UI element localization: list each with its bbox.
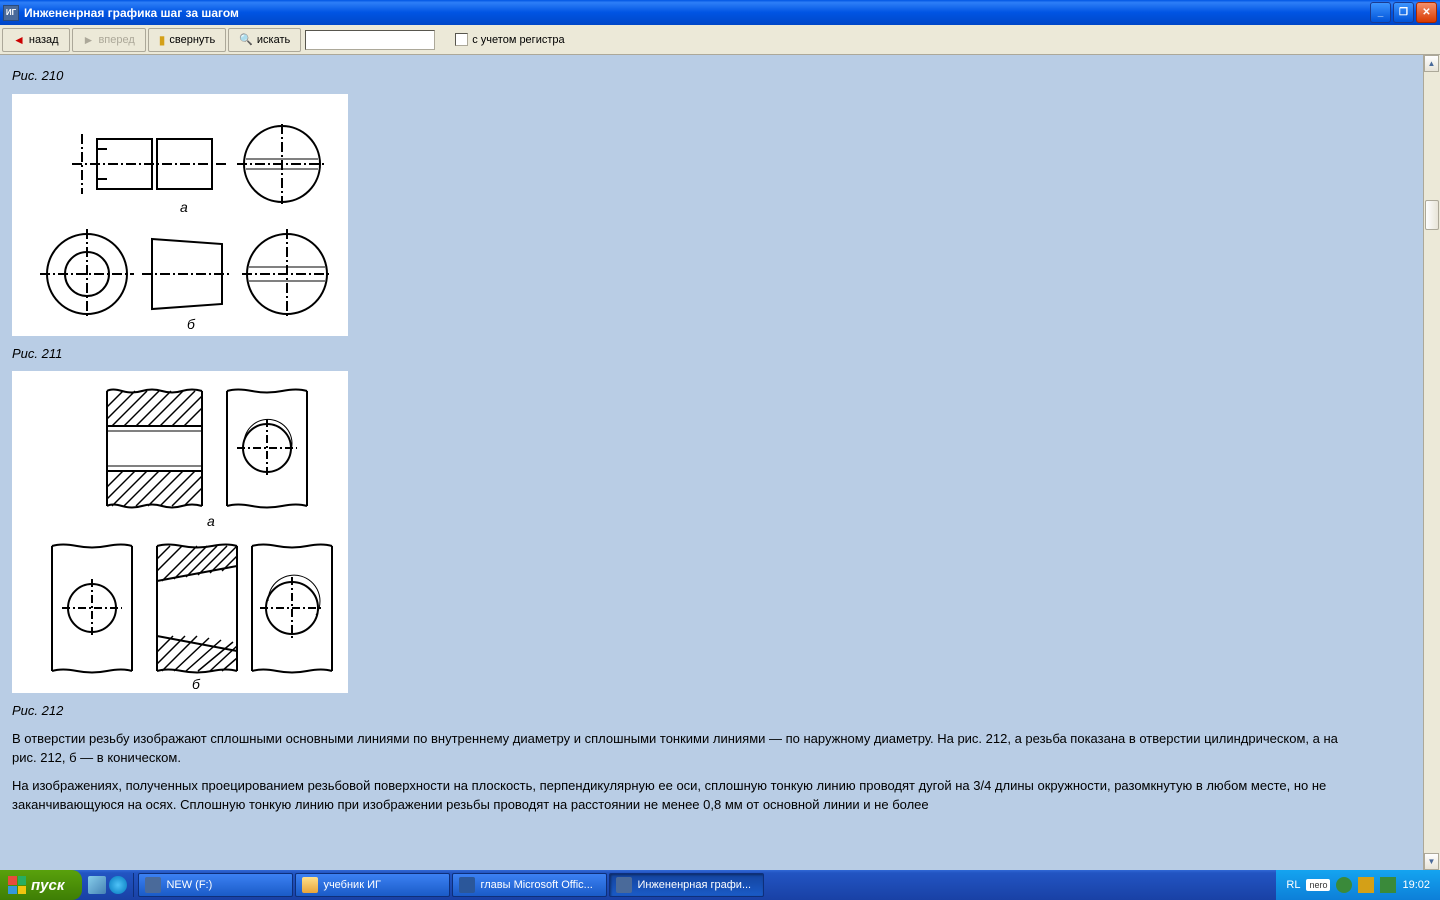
search-input[interactable] [305, 30, 435, 50]
collapse-button[interactable]: ▮ свернуть [148, 28, 226, 52]
vertical-scrollbar[interactable]: ▲ ▼ [1423, 55, 1440, 870]
fig211-caption: Рис. 211 [12, 344, 1428, 364]
maximize-button[interactable]: ❐ [1393, 2, 1414, 23]
task-item-textbook[interactable]: учебник ИГ [295, 873, 450, 897]
ie-icon[interactable] [109, 876, 127, 894]
window-title: Инжененрная графика шаг за шагом [24, 6, 1370, 20]
back-label: назад [29, 34, 59, 46]
start-label: пуск [31, 877, 64, 894]
volume-icon[interactable] [1358, 877, 1374, 893]
task-item-word[interactable]: главы Microsoft Offic... [452, 873, 607, 897]
search-icon: 🔍 [239, 33, 253, 46]
fig210-caption: Рис. 210 [12, 66, 1428, 86]
task-label: учебник ИГ [323, 879, 380, 891]
titlebar: ИГ Инжененрная графика шаг за шагом _ ❐ … [0, 0, 1440, 25]
safely-remove-icon[interactable] [1380, 877, 1396, 893]
toolbar: ◄ назад ► вперед ▮ свернуть 🔍 искать с у… [0, 25, 1440, 55]
paragraph-2: На изображениях, полученных проецировани… [12, 776, 1362, 815]
quick-launch [82, 873, 134, 897]
task-item-active-app[interactable]: Инжененрная графи... [609, 873, 764, 897]
fig212-caption: Рис. 212 [12, 701, 1428, 721]
start-button[interactable]: пуск [0, 870, 82, 900]
app-icon: ИГ [3, 5, 19, 21]
case-checkbox-wrap[interactable]: с учетом регистра [455, 33, 564, 46]
collapse-label: свернуть [169, 34, 215, 46]
windows-logo-icon [8, 876, 26, 894]
forward-button[interactable]: ► вперед [72, 28, 146, 52]
task-label: NEW (F:) [166, 879, 212, 891]
forward-label: вперед [98, 34, 134, 46]
back-button[interactable]: ◄ назад [2, 28, 70, 52]
window-icon [145, 877, 161, 893]
system-tray: RL nero 19:02 [1276, 870, 1440, 900]
figure-211: a [12, 371, 348, 693]
content-area: Рис. 210 [0, 55, 1440, 870]
tray-arrow-icon[interactable] [1336, 877, 1352, 893]
svg-text:a: a [207, 513, 215, 529]
svg-text:a: a [180, 199, 188, 215]
svg-text:б: б [192, 676, 201, 692]
case-label: с учетом регистра [472, 34, 564, 46]
language-indicator[interactable]: RL [1286, 879, 1300, 891]
arrow-right-icon: ► [83, 33, 95, 47]
collapse-icon: ▮ [159, 33, 166, 47]
minimize-button[interactable]: _ [1370, 2, 1391, 23]
taskbar: пуск NEW (F:) учебник ИГ главы Microsoft… [0, 870, 1440, 900]
clock[interactable]: 19:02 [1402, 879, 1430, 891]
scroll-thumb[interactable] [1425, 200, 1439, 230]
folder-icon [302, 877, 318, 893]
task-items: NEW (F:) учебник ИГ главы Microsoft Offi… [134, 873, 1276, 897]
task-label: главы Microsoft Offic... [480, 879, 592, 891]
figure-210: a б [12, 94, 348, 336]
show-desktop-icon[interactable] [88, 876, 106, 894]
svg-text:б: б [187, 316, 196, 332]
case-checkbox[interactable] [455, 33, 468, 46]
search-label: искать [257, 34, 290, 46]
content: Рис. 210 [0, 55, 1440, 829]
task-label: Инжененрная графи... [637, 879, 751, 891]
scroll-up-button[interactable]: ▲ [1424, 55, 1439, 72]
nero-icon[interactable]: nero [1306, 879, 1330, 891]
paragraph-1: В отверстии резьбу изображают сплошными … [12, 729, 1362, 768]
task-item-new[interactable]: NEW (F:) [138, 873, 293, 897]
close-button[interactable]: ✕ [1416, 2, 1437, 23]
search-button[interactable]: 🔍 искать [228, 28, 301, 52]
app-icon [616, 877, 632, 893]
scroll-down-button[interactable]: ▼ [1424, 853, 1439, 870]
word-icon [459, 877, 475, 893]
window-controls: _ ❐ ✕ [1370, 2, 1437, 23]
arrow-left-icon: ◄ [13, 33, 25, 47]
